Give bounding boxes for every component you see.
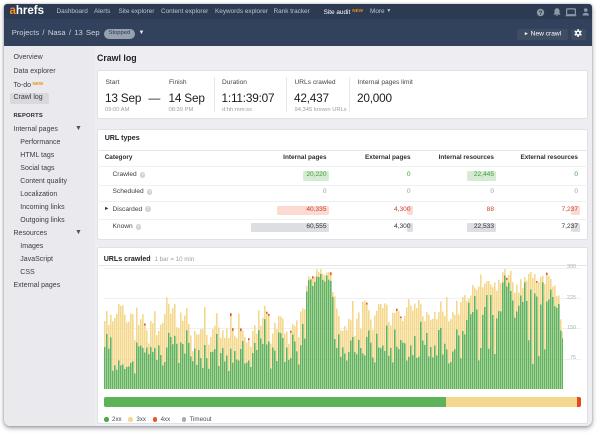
svg-text:?: ? (539, 9, 543, 16)
